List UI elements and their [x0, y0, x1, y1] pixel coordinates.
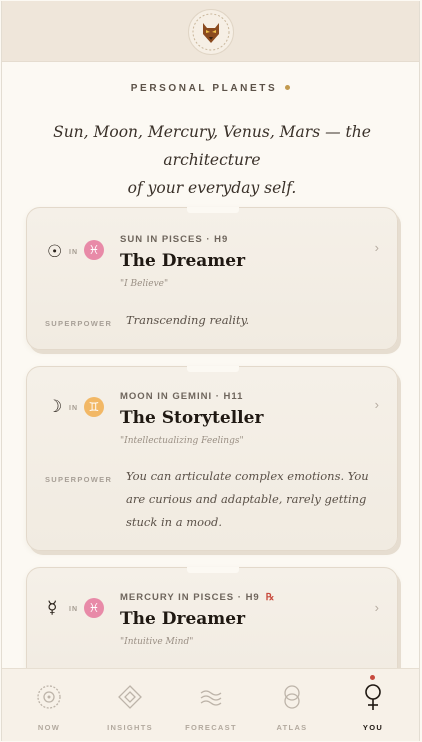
- in-label: IN: [69, 405, 78, 412]
- pisces-icon: ♓: [84, 240, 104, 260]
- nav-label-you: YOU: [362, 723, 384, 732]
- now-circle-icon: [9, 681, 89, 713]
- nav-item-you[interactable]: YOU: [333, 675, 413, 732]
- archetype-motto: "Intuitive Mind": [120, 637, 194, 647]
- gemini-icon: ♊: [84, 397, 104, 417]
- forecast-waves-icon: [171, 681, 251, 713]
- nav-item-forecast[interactable]: FORECAST: [171, 681, 251, 732]
- superpower-text: Transcending reality.: [126, 313, 250, 327]
- chevron-right-icon[interactable]: ›: [375, 240, 379, 255]
- archetype-title: The Dreamer: [120, 251, 246, 271]
- placement-label: MOON IN GEMINI · H11: [120, 391, 244, 402]
- chevron-right-icon[interactable]: ›: [375, 600, 379, 615]
- sun-icon: ☉: [47, 242, 63, 262]
- card-notch: [187, 207, 239, 213]
- retrograde-icon: ℞: [265, 592, 276, 603]
- superpower-label: SUPERPOWER: [45, 319, 113, 328]
- intro-line-2: of your everyday self.: [127, 179, 297, 197]
- atlas-rings-icon: [252, 681, 332, 713]
- archetype-title: The Dreamer: [120, 609, 246, 629]
- nav-label-now: NOW: [37, 723, 61, 732]
- archetype-motto: "Intellectualizing Feelings": [120, 436, 244, 446]
- archetype-motto: "I Believe": [120, 279, 169, 289]
- nav-item-now[interactable]: NOW: [9, 681, 89, 732]
- nav-label-forecast: FORECAST: [185, 723, 237, 732]
- planet-card-sun[interactable]: ☉ IN ♓ SUN IN PISCES · H9 The Dreamer "I…: [26, 207, 398, 350]
- in-label: IN: [69, 606, 78, 613]
- nav-item-insights[interactable]: INSIGHTS: [90, 681, 170, 732]
- active-indicator-dot: [370, 675, 375, 680]
- intro-line-1: Sun, Moon, Mercury, Venus, Mars — the ar…: [53, 123, 371, 169]
- status-dot: [285, 84, 291, 90]
- superpower-text: You can articulate complex emotions. You…: [126, 469, 369, 529]
- you-venus-icon: [333, 681, 413, 713]
- moon-icon: ☽: [47, 397, 63, 417]
- intro-text: Sun, Moon, Mercury, Venus, Mars — the ar…: [26, 118, 398, 202]
- placement-text: MERCURY IN PISCES · H9: [120, 592, 260, 603]
- nav-item-atlas[interactable]: ATLAS: [252, 681, 332, 732]
- bottom-nav: NOW INSIGHTS FORECAST ATLAS YOU: [2, 668, 419, 741]
- wolf-medallion-icon[interactable]: [188, 9, 234, 55]
- placement-label: MERCURY IN PISCES · H9 ℞: [120, 592, 275, 603]
- superpower-label: SUPERPOWER: [45, 475, 113, 484]
- nav-label-atlas: ATLAS: [276, 723, 308, 732]
- placement-label: SUN IN PISCES · H9: [120, 234, 229, 245]
- insights-diamond-icon: [90, 681, 170, 713]
- card-notch: [187, 567, 239, 573]
- mercury-icon: ☿: [47, 598, 58, 618]
- nav-label-insights: INSIGHTS: [107, 723, 153, 732]
- section-title-text: PERSONAL PLANETS: [130, 83, 278, 94]
- app-frame: PERSONAL PLANETS Sun, Moon, Mercury, Ven…: [1, 1, 420, 741]
- chevron-right-icon[interactable]: ›: [375, 397, 379, 412]
- pisces-icon: ♓: [84, 598, 104, 618]
- archetype-title: The Storyteller: [120, 408, 264, 428]
- planet-card-moon[interactable]: ☽ IN ♊ MOON IN GEMINI · H11 The Storytel…: [26, 366, 398, 551]
- header-bar: [2, 1, 419, 62]
- card-notch: [187, 366, 239, 372]
- section-title: PERSONAL PLANETS: [2, 83, 419, 94]
- in-label: IN: [69, 249, 78, 256]
